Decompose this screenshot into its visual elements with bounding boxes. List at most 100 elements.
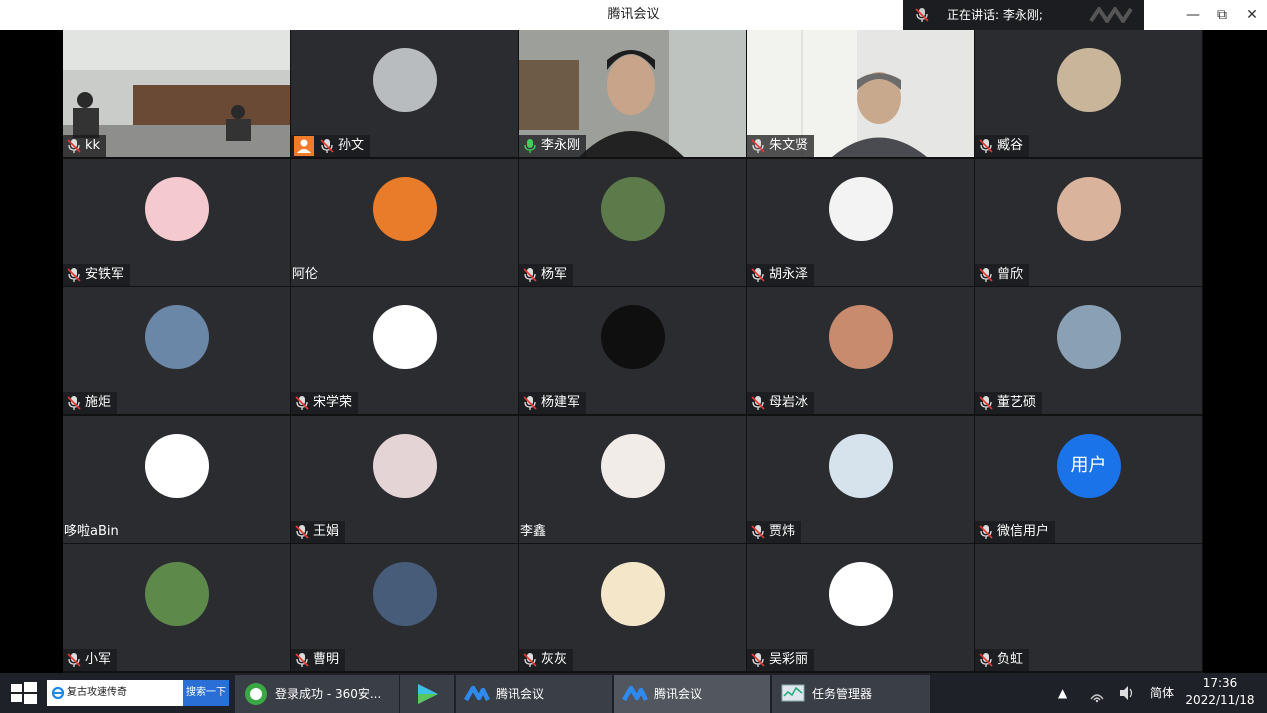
avatar	[1056, 177, 1121, 241]
participant-tile[interactable]: 杨军	[519, 159, 746, 286]
taskbar-item-task-manager[interactable]: 任务管理器	[772, 675, 930, 713]
mic-muted-icon	[979, 139, 993, 153]
360-browser-icon	[245, 683, 267, 705]
participant-name: 小军	[85, 652, 112, 667]
clock-date: 2022/11/18	[1185, 693, 1255, 707]
participant-name: 吴彩丽	[769, 652, 809, 667]
avatar	[372, 177, 437, 241]
tencent-meeting-icon	[622, 685, 648, 702]
participant-tile[interactable]: 灰灰	[519, 544, 746, 671]
participant-name: 安铁军	[85, 267, 125, 282]
participant-nameplate: 微信用户	[975, 521, 1056, 543]
mic-muted-icon	[979, 653, 993, 667]
windows-start-icon[interactable]	[0, 673, 46, 713]
participant-nameplate: 李永刚	[519, 135, 587, 157]
participant-nameplate: 小军	[63, 649, 118, 671]
avatar	[372, 305, 437, 369]
participant-tile[interactable]: 施炬	[63, 287, 290, 414]
mic-muted-icon	[67, 268, 81, 282]
participant-tile[interactable]: 董艺硕	[975, 287, 1202, 414]
participant-nameplate: 负虹	[975, 649, 1030, 671]
avatar	[1056, 562, 1121, 626]
taskbar-clock[interactable]: 17:36 2022/11/18	[1180, 675, 1260, 709]
participant-grid: kk 孙文 李永刚 朱文贤 臧谷安铁军 阿伦 杨军 胡永泽 曾欣施炬 宋学荣 杨建军 母岩冰 董艺硕哆啦…	[63, 30, 1203, 673]
clock-time: 17:36	[1202, 676, 1238, 690]
avatar	[372, 562, 437, 626]
screen: 腾讯会议 正在讲话: 李永刚; — ⧉ ✕ kk 孙文 李永刚 朱文贤 臧谷 安铁军 阿伦杨…	[0, 0, 1267, 713]
participant-tile[interactable]: 宋学荣	[291, 287, 518, 414]
avatar	[600, 434, 665, 498]
participant-tile[interactable]: 李永刚	[519, 30, 746, 157]
mic-muted-icon	[523, 268, 537, 282]
participant-name: 曹明	[313, 652, 340, 667]
mic-muted-icon	[295, 653, 309, 667]
participant-name: 杨军	[541, 267, 568, 282]
participant-tile[interactable]: 贾炜	[747, 416, 974, 543]
taskbar-item-tencent-meeting[interactable]: 腾讯会议	[456, 675, 612, 713]
participant-tile[interactable]: 臧谷	[975, 30, 1202, 157]
participant-name: 曾欣	[997, 267, 1024, 282]
close-button[interactable]: ✕	[1237, 0, 1267, 30]
participant-name: 李鑫	[520, 524, 547, 539]
volume-icon[interactable]	[1118, 673, 1136, 713]
participant-name: 母岩冰	[769, 395, 809, 410]
network-icon[interactable]	[1088, 673, 1106, 713]
participant-tile[interactable]: 母岩冰	[747, 287, 974, 414]
tencent-meeting-logo-icon	[1089, 7, 1133, 23]
participant-nameplate: 曹明	[291, 649, 346, 671]
restore-button[interactable]: ⧉	[1207, 0, 1237, 30]
taskbar-item-label: 任务管理器	[812, 687, 873, 701]
participant-name: 贾炜	[769, 524, 796, 539]
participant-tile[interactable]: 曹明	[291, 544, 518, 671]
participant-tile[interactable]: 胡永泽	[747, 159, 974, 286]
taskbar: 复古攻速传奇 搜索一下 登录成功 - 360安... 腾讯会议 腾讯会议 任务管…	[0, 673, 1267, 713]
avatar: 用户	[1056, 434, 1121, 498]
avatar	[144, 177, 209, 241]
participant-nameplate: 母岩冰	[747, 392, 815, 414]
participant-tile[interactable]: 用户微信用户	[975, 416, 1202, 543]
participant-tile[interactable]: 朱文贤	[747, 30, 974, 157]
participant-name: 宋学荣	[313, 395, 353, 410]
participant-tile[interactable]: 孙文	[291, 30, 518, 157]
taskbar-item-tencent-meeting-active[interactable]: 腾讯会议	[614, 675, 770, 713]
participant-nameplate: 杨建军	[519, 392, 587, 414]
mic-icon	[915, 8, 929, 22]
taskbar-search-input[interactable]: 复古攻速传奇	[47, 680, 183, 706]
participant-nameplate: 宋学荣	[291, 392, 359, 414]
avatar	[828, 305, 893, 369]
search-button[interactable]: 搜索一下	[183, 680, 229, 706]
minimize-button[interactable]: —	[1178, 0, 1208, 30]
participant-tile[interactable]: 吴彩丽	[747, 544, 974, 671]
mic-active-icon	[524, 139, 536, 153]
participant-tile[interactable]: 小军	[63, 544, 290, 671]
ime-indicator[interactable]: 简体	[1150, 673, 1174, 713]
participant-tile[interactable]: 安铁军	[63, 159, 290, 286]
mic-muted-icon	[295, 396, 309, 410]
taskbar-item-360-browser[interactable]: 登录成功 - 360安...	[235, 675, 399, 713]
participant-name: 王娟	[313, 524, 340, 539]
participant-tile[interactable]: 王娟	[291, 416, 518, 543]
participant-tile[interactable]: 李鑫	[519, 416, 746, 543]
participant-nameplate: 施炬	[63, 392, 118, 414]
participant-nameplate: 阿伦	[291, 264, 324, 286]
ie-icon	[51, 686, 65, 700]
participant-tile[interactable]: kk	[63, 30, 290, 157]
participant-tile[interactable]: 杨建军	[519, 287, 746, 414]
mic-muted-icon	[751, 139, 765, 153]
mic-muted-icon	[979, 525, 993, 539]
participant-tile[interactable]: 阿伦	[291, 159, 518, 286]
participant-name: 董艺硕	[997, 395, 1037, 410]
avatar	[372, 48, 437, 112]
taskbar-item-video-player[interactable]	[400, 675, 454, 713]
participant-tile[interactable]: 曾欣	[975, 159, 1202, 286]
mic-muted-icon	[67, 396, 81, 410]
participant-name: 李永刚	[541, 138, 581, 153]
speaking-indicator: 正在讲话: 李永刚;	[903, 0, 1144, 30]
taskbar-item-label: 登录成功 - 360安...	[275, 687, 382, 701]
avatar	[144, 434, 209, 498]
host-badge-icon	[294, 136, 314, 156]
participant-tile[interactable]: 负虹	[975, 544, 1202, 671]
show-hidden-icons-icon[interactable]: ▲	[1058, 673, 1072, 713]
avatar	[828, 177, 893, 241]
participant-tile[interactable]: 哆啦aBin	[63, 416, 290, 543]
